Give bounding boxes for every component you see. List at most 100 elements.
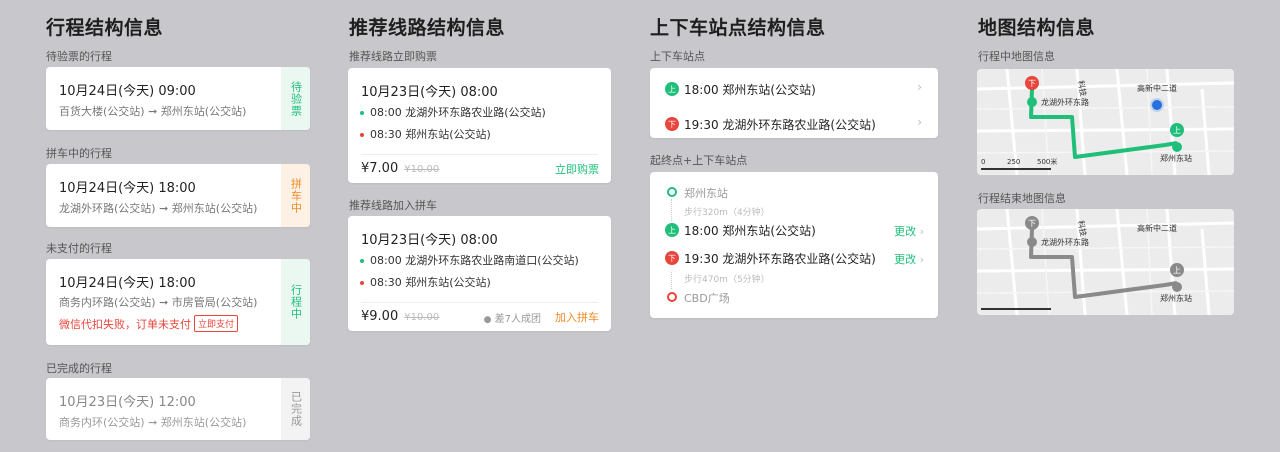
divider bbox=[361, 154, 598, 155]
status-badge: 待验票 bbox=[281, 67, 310, 130]
trip-card-carpooling[interactable]: 10月24日(今天) 18:00 龙湖外环路(公交站) ➞ 郑州东站(公交站) … bbox=[46, 164, 310, 227]
board-icon: 上 bbox=[665, 223, 679, 237]
stop-item: 08:00 龙湖外环东路农业路(公交站) bbox=[360, 102, 546, 124]
change-button[interactable]: 更改 › bbox=[894, 251, 924, 267]
alight-icon: 下 bbox=[665, 117, 679, 131]
section-label: 行程中地图信息 bbox=[978, 50, 1055, 63]
trip-route: 商务内环路(公交站) ➞ 市房管局(公交站) bbox=[59, 296, 258, 309]
start-dot-icon bbox=[360, 111, 364, 115]
status-badge: 拼车中 bbox=[281, 164, 310, 227]
stop-time: 08:30 bbox=[370, 128, 402, 141]
full-stops-card: 郑州东站 步行320m（4分钟） 上 18:00 郑州东站(公交站) 更改 › … bbox=[650, 172, 938, 318]
stop-row-on[interactable]: 上 18:00 郑州东站(公交站) › bbox=[650, 68, 938, 103]
original-price: ¥10.00 bbox=[404, 164, 440, 175]
stop-row-text: 18:00 郑州东站(公交站) bbox=[684, 224, 816, 238]
stop-label: 龙湖外环东路 bbox=[1041, 97, 1089, 107]
section-label: 未支付的行程 bbox=[46, 242, 112, 255]
stop-label: 郑州东站 bbox=[1160, 153, 1192, 163]
stop-time: 08:00 bbox=[370, 106, 402, 119]
stop-name: 郑州东站(公交站) bbox=[405, 128, 491, 141]
route-card-join[interactable]: 10月23日(今天) 08:00 08:00 龙湖外环东路农业路南道口(公交站)… bbox=[348, 216, 611, 331]
alight-marker-icon: 下 bbox=[1028, 79, 1036, 88]
alight-marker-icon: 下 bbox=[1028, 219, 1036, 228]
section-label: 推荐线路加入拼车 bbox=[349, 199, 437, 212]
connector-line bbox=[671, 199, 672, 221]
group-need-text: 差7人成团 bbox=[494, 314, 541, 325]
price-value: ¥7.00 bbox=[361, 161, 399, 176]
change-label: 更改 bbox=[894, 225, 917, 238]
start-dot-icon bbox=[360, 259, 364, 263]
trip-card-pending[interactable]: 10月24日(今天) 09:00 百货大楼(公交站) ➞ 郑州东站(公交站) 待… bbox=[46, 67, 310, 130]
section-label: 拼车中的行程 bbox=[46, 147, 112, 160]
trip-route: 百货大楼(公交站) ➞ 郑州东站(公交站) bbox=[59, 105, 247, 118]
stop-item: 08:00 龙湖外环东路农业路南道口(公交站) bbox=[360, 250, 579, 272]
change-button[interactable]: 更改 › bbox=[894, 223, 924, 239]
connector-line bbox=[671, 272, 672, 289]
board-marker-icon: 上 bbox=[1173, 126, 1181, 135]
stop-row-text: 19:30 龙湖外环东路农业路(公交站) bbox=[684, 118, 876, 132]
price: ¥9.00 ¥10.00 bbox=[361, 309, 439, 324]
route-time: 10月23日(今天) 08:00 bbox=[361, 85, 498, 100]
status-badge: 已完成 bbox=[281, 378, 310, 440]
stop-row-text: 18:00 郑州东站(公交站) bbox=[684, 83, 816, 97]
change-label: 更改 bbox=[894, 253, 917, 266]
section-label: 推荐线路立即购票 bbox=[349, 50, 437, 63]
road-label: 高新中二道 bbox=[1137, 223, 1177, 233]
stop-name: 龙湖外环东路农业路(公交站) bbox=[405, 106, 546, 119]
section-label: 起终点+上下车站点 bbox=[650, 154, 748, 167]
buy-now-button[interactable]: 立即购票 bbox=[555, 161, 599, 177]
stop-name: 郑州东站(公交站) bbox=[405, 276, 491, 289]
section-label: 行程结束地图信息 bbox=[978, 192, 1066, 205]
origin-text: 郑州东站 bbox=[684, 187, 728, 200]
trip-time: 10月24日(今天) 18:00 bbox=[59, 276, 196, 291]
road-label: 高新中二道 bbox=[1137, 83, 1177, 93]
stop-time: 08:30 bbox=[370, 276, 402, 289]
divider bbox=[361, 302, 598, 303]
stop-row-text: 19:30 龙湖外环东路农业路(公交站) bbox=[684, 252, 876, 266]
stop-label: 郑州东站 bbox=[1160, 293, 1192, 303]
trip-time: 10月24日(今天) 18:00 bbox=[59, 181, 196, 196]
walk-text: 步行320m（4分钟） bbox=[684, 208, 770, 218]
join-carpool-button[interactable]: 加入拼车 bbox=[555, 309, 599, 325]
board-marker-icon: 上 bbox=[1173, 266, 1181, 275]
price-value: ¥9.00 bbox=[361, 309, 399, 324]
scale-label: 0 bbox=[981, 158, 985, 166]
map-canvas: 下 上 高新中二道 科技 龙湖外环东路 郑州东站 bbox=[977, 209, 1234, 315]
end-dot-icon bbox=[360, 281, 364, 285]
group-need: ● 差7人成团 bbox=[484, 310, 541, 325]
map-trip-ended[interactable]: 下 上 高新中二道 科技 龙湖外环东路 郑州东站 bbox=[977, 209, 1234, 315]
board-icon: 上 bbox=[665, 82, 679, 96]
people-icon: ● bbox=[483, 315, 492, 325]
scale-label: 250 bbox=[1007, 158, 1020, 166]
route-card-buy[interactable]: 10月23日(今天) 08:00 08:00 龙湖外环东路农业路(公交站) 08… bbox=[348, 68, 611, 183]
walk-text: 步行470m（5分钟） bbox=[684, 275, 770, 285]
price: ¥7.00 ¥10.00 bbox=[361, 161, 439, 176]
stop-time: 08:00 bbox=[370, 254, 402, 267]
section-label: 待验票的行程 bbox=[46, 50, 112, 63]
route-time: 10月23日(今天) 08:00 bbox=[361, 233, 498, 248]
origin-icon bbox=[667, 187, 677, 197]
trip-card-unpaid[interactable]: 10月24日(今天) 18:00 商务内环路(公交站) ➞ 市房管局(公交站) … bbox=[46, 259, 310, 345]
stop-row-off[interactable]: 下 19:30 龙湖外环东路农业路(公交站) › bbox=[650, 103, 938, 138]
status-badge: 行程中 bbox=[281, 259, 310, 345]
status-text: 拼车中 bbox=[289, 177, 303, 214]
map-in-trip[interactable]: 下 上 高新中二道 科技 龙湖外环东路 郑州东站 0 250 500米 bbox=[977, 69, 1234, 175]
status-text: 待验票 bbox=[289, 80, 303, 117]
original-price: ¥10.00 bbox=[404, 312, 440, 323]
status-text: 已完成 bbox=[289, 391, 303, 427]
scale-label: 500米 bbox=[1037, 157, 1057, 166]
destination-icon bbox=[667, 292, 677, 302]
destination-text: CBD广场 bbox=[684, 292, 730, 305]
payment-failed-text: 微信代扣失败，订单未支付 bbox=[59, 318, 191, 331]
trip-route: 龙湖外环路(公交站) ➞ 郑州东站(公交站) bbox=[59, 202, 258, 215]
chevron-right-icon: › bbox=[919, 253, 924, 266]
col3-title: 上下车站点结构信息 bbox=[650, 17, 826, 39]
trip-time: 10月23日(今天) 12:00 bbox=[59, 395, 196, 410]
stop-item: 08:30 郑州东站(公交站) bbox=[360, 272, 579, 294]
trip-card-completed[interactable]: 10月23日(今天) 12:00 商务内环(公交站) ➞ 郑州东站(公交站) 已… bbox=[46, 378, 310, 440]
stops-card: 上 18:00 郑州东站(公交站) › 下 19:30 龙湖外环东路农业路(公交… bbox=[650, 68, 938, 138]
stop-label: 龙湖外环东路 bbox=[1041, 237, 1089, 247]
stop-list: 08:00 龙湖外环东路农业路(公交站) 08:30 郑州东站(公交站) bbox=[360, 102, 546, 146]
pay-now-button[interactable]: 立即支付 bbox=[194, 315, 239, 332]
stop-list: 08:00 龙湖外环东路农业路南道口(公交站) 08:30 郑州东站(公交站) bbox=[360, 250, 579, 294]
